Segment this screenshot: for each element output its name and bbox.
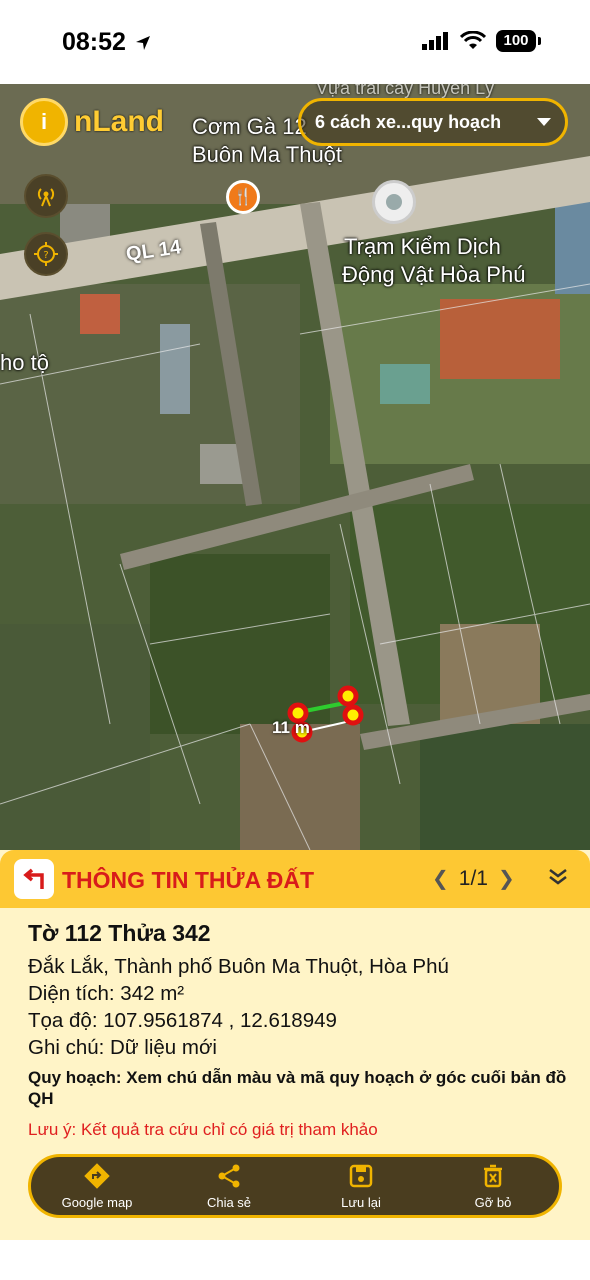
chevron-right-icon[interactable]: ❯ — [498, 866, 515, 891]
planning-note: Quy hoạch: Xem chú dẫn màu và mã quy hoạ… — [28, 1068, 567, 1108]
coordinates: Tọa độ: 107.9561874 , 12.618949 — [28, 1009, 337, 1032]
cellular-signal-icon — [422, 32, 448, 50]
app-logo: i nLand — [20, 98, 164, 146]
address: Đắk Lắk, Thành phố Buôn Ma Thuột, Hòa Ph… — [28, 955, 449, 978]
battery-indicator: 100 — [496, 30, 541, 52]
directions-icon — [84, 1162, 110, 1189]
share-icon — [218, 1164, 240, 1187]
signal-tower-button[interactable] — [24, 174, 68, 218]
svg-text:?: ? — [43, 250, 48, 261]
pager: ❮ 1/1 ❯ — [432, 866, 515, 891]
map-label-tram-2: Động Vật Hòa Phú — [342, 262, 526, 287]
panel-title: THÔNG TIN THỬA ĐẤT — [62, 867, 315, 893]
location-arrow-icon — [135, 35, 150, 50]
remove-button[interactable]: Gỡ bỏ — [433, 1163, 553, 1210]
status-time: 08:52 — [62, 28, 152, 57]
return-arrow-icon — [23, 868, 44, 889]
pager-value: 1/1 — [458, 866, 488, 890]
location-help-icon: ? — [34, 242, 58, 266]
panel-body: Tờ 112 Thửa 342 Đắk Lắk, Thành phố Buôn … — [28, 920, 568, 1141]
parcel-info-panel: THÔNG TIN THỬA ĐẤT ❮ 1/1 ❯ Tờ 112 Thửa 3… — [0, 850, 590, 1240]
map-label-top: Vựa trái cây Huyền Lý — [316, 84, 495, 98]
trash-icon — [484, 1164, 502, 1187]
restaurant-icon[interactable]: 🍴 — [226, 180, 260, 214]
google-map-button[interactable]: Google map — [37, 1162, 157, 1210]
save-label: Lưu lại — [341, 1194, 381, 1210]
google-map-label: Google map — [61, 1194, 133, 1210]
chevron-down-icon — [537, 118, 551, 126]
map-label-com-ga: Cơm Gà 12 — [192, 114, 307, 139]
area: Diện tích: 342 m² — [28, 982, 185, 1005]
location-help-button[interactable]: ? — [24, 232, 68, 276]
clock: 08:52 — [62, 28, 126, 56]
planning-layer-dropdown[interactable]: 6 cách xe...quy hoạch — [298, 98, 568, 146]
home-indicator-area — [0, 1240, 590, 1280]
map-label-tram-1: Trạm Kiểm Dịch — [344, 234, 501, 259]
warning-note: Lưu ý: Kết quả tra cứu chỉ có giá trị th… — [28, 1120, 378, 1139]
collapse-chevrons-icon[interactable] — [546, 864, 570, 888]
status-indicators: 100 — [422, 30, 541, 52]
action-bar: Google map Chia sẻ Lưu lại Gỡ bỏ — [28, 1154, 562, 1218]
save-icon — [349, 1164, 373, 1187]
map-label-ho-to: ho tộ — [0, 350, 49, 375]
signal-tower-icon — [37, 188, 55, 207]
share-button[interactable]: Chia sẻ — [169, 1163, 289, 1210]
save-button[interactable]: Lưu lại — [301, 1163, 421, 1210]
note: Ghi chú: Dữ liệu mới — [28, 1036, 217, 1059]
panel-header: THÔNG TIN THỬA ĐẤT ❮ 1/1 ❯ — [0, 850, 590, 908]
remove-label: Gỡ bỏ — [474, 1194, 512, 1210]
status-bar: 08:52 100 — [0, 0, 590, 84]
planning-layer-label: 6 cách xe...quy hoạch — [315, 111, 502, 132]
satellite-map[interactable]: Vựa trái cây Huyền Lý Cơm Gà 12 Buôn Ma … — [0, 84, 590, 850]
lot-title: Tờ 112 Thửa 342 — [28, 920, 211, 946]
logo-mark: i — [20, 98, 68, 146]
wifi-icon — [460, 31, 486, 49]
share-label: Chia sẻ — [206, 1194, 252, 1210]
chevron-left-icon[interactable]: ❮ — [432, 866, 449, 891]
logo-text: nLand — [74, 105, 164, 138]
location-marker-icon[interactable] — [372, 180, 416, 224]
back-button[interactable] — [14, 859, 54, 899]
measure-label: 11 m — [272, 718, 310, 737]
